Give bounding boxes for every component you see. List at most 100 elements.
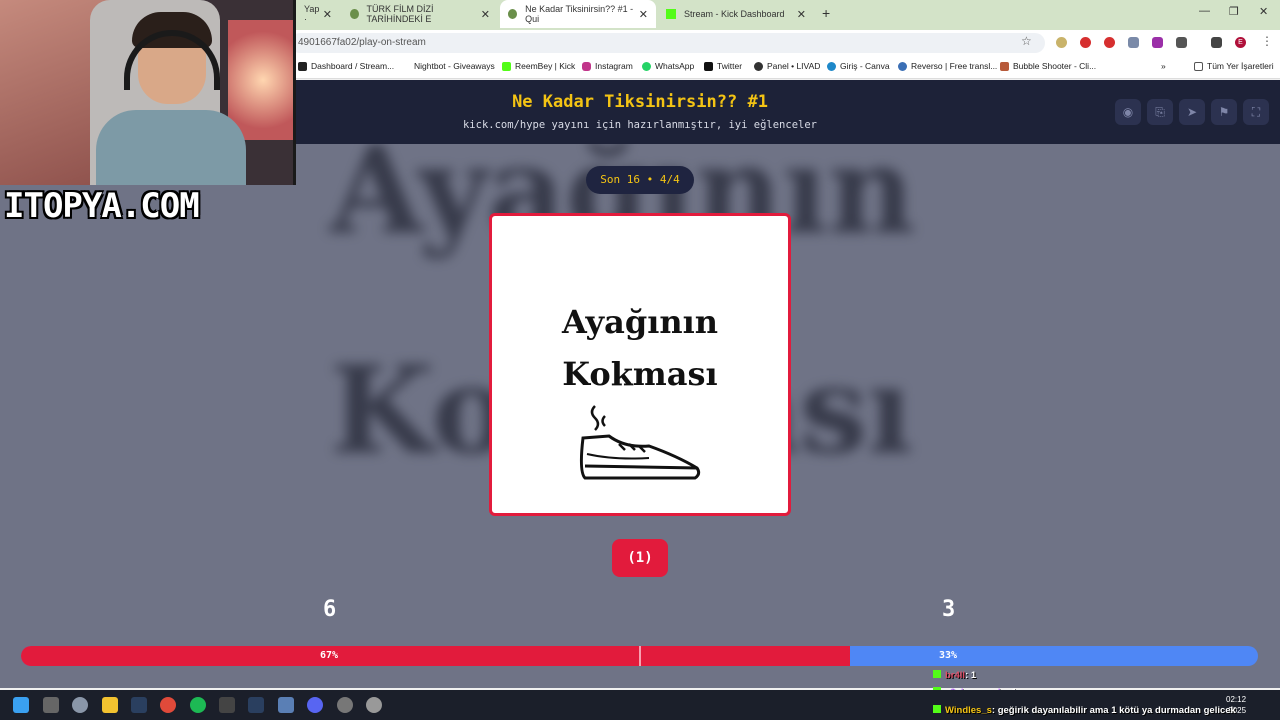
bookmark-item[interactable]: Nightbot - Giveaways xyxy=(414,61,495,71)
left-vote-fill xyxy=(21,646,850,666)
kick-badge-icon xyxy=(933,670,941,678)
extension-icon[interactable] xyxy=(1056,37,1067,48)
vote-button[interactable]: (1) xyxy=(612,539,668,577)
left-vote-count: 6 xyxy=(323,597,337,622)
app-icon[interactable] xyxy=(278,697,294,713)
round-indicator: Son 16 • 4/4 xyxy=(586,166,694,194)
option-line-2: Kokması xyxy=(562,355,718,393)
obs-icon[interactable] xyxy=(366,697,382,713)
option-card[interactable]: Ayağının Kokması xyxy=(489,213,791,516)
maximize-icon[interactable]: ❐ xyxy=(1229,5,1239,18)
fullscreen-icon[interactable]: ⛶ xyxy=(1243,99,1269,125)
chrome-icon[interactable] xyxy=(160,697,176,713)
discord-icon[interactable] xyxy=(307,697,323,713)
bookmark-icon xyxy=(298,61,307,71)
window-close-icon[interactable]: ✕ xyxy=(1259,5,1268,18)
canva-icon xyxy=(827,61,836,71)
url-input[interactable]: 4901667fa02/play-on-stream xyxy=(290,33,1045,53)
bookmark-item[interactable]: ReemBey | Kick xyxy=(502,61,575,71)
kick-icon xyxy=(666,9,676,19)
bookmark-item[interactable]: WhatsApp xyxy=(642,61,694,71)
app-icon[interactable] xyxy=(219,697,235,713)
bookmark-label: Twitter xyxy=(717,61,743,71)
right-percent-label: 33% xyxy=(939,650,958,661)
chat-text: : 1 xyxy=(965,670,977,681)
eye-icon[interactable]: ◉ xyxy=(1115,99,1141,125)
reverso-icon xyxy=(898,61,907,71)
menu-kebab-icon[interactable]: ⋮ xyxy=(1261,34,1273,48)
webcam-lamp xyxy=(228,20,293,140)
new-tab-button[interactable]: + xyxy=(822,5,830,21)
puzzle-icon[interactable] xyxy=(1176,37,1187,48)
all-bookmarks-folder[interactable]: Tüm Yer İşaretleri xyxy=(1194,61,1274,71)
download-icon[interactable] xyxy=(1211,37,1222,48)
sponsor-logo: ITOPYA.COM xyxy=(4,186,200,226)
app-icon[interactable] xyxy=(337,697,353,713)
left-percent-label: 67% xyxy=(320,650,339,661)
vote-progress-bar: 67% 33% xyxy=(21,646,1258,666)
pen-icon[interactable] xyxy=(1128,37,1139,48)
globe-icon xyxy=(508,9,518,19)
settings-gear-icon[interactable] xyxy=(72,697,88,713)
bubble-shooter-icon xyxy=(1000,61,1009,71)
windows-start-icon[interactable] xyxy=(13,697,29,713)
bookmark-label: Dashboard / Stream... xyxy=(311,61,395,71)
share-icon[interactable]: ⎘ xyxy=(1147,99,1173,125)
steam-icon[interactable] xyxy=(131,697,147,713)
bookmark-item[interactable]: Reverso | Free transl... xyxy=(898,61,997,71)
minimize-icon[interactable]: — xyxy=(1199,5,1210,17)
bookmark-label: ReemBey | Kick xyxy=(515,61,576,71)
extension-icon[interactable] xyxy=(1152,37,1163,48)
tab-1[interactable]: Yap · ✕ xyxy=(296,0,340,28)
tab-label: Ne Kadar Tiksinirsin?? #1 - Qui xyxy=(525,4,634,24)
clock-time: 02:12 xyxy=(1226,695,1247,704)
tab-2[interactable]: TÜRK FİLM DİZİ TARİHİNDEKİ E ✕ xyxy=(342,0,498,28)
steam-icon[interactable] xyxy=(248,697,264,713)
x-twitter-icon xyxy=(704,61,713,71)
livad-icon xyxy=(754,61,763,71)
instagram-icon xyxy=(582,61,591,71)
more-bookmarks-icon[interactable]: » xyxy=(1161,61,1166,71)
bookmark-star-icon[interactable]: ☆ xyxy=(1021,34,1032,48)
kick-badge-icon xyxy=(933,705,941,713)
bookmark-item[interactable]: Bubble Shooter - Cli... xyxy=(1000,61,1096,71)
chat-username: Windles_s xyxy=(945,705,992,716)
bookmark-label: Reverso | Free transl... xyxy=(911,61,998,71)
task-view-icon[interactable] xyxy=(43,697,59,713)
tab-3-active[interactable]: Ne Kadar Tiksinirsin?? #1 - Qui ✕ xyxy=(500,0,656,28)
bookmark-label: Panel • LIVAD xyxy=(767,61,821,71)
tab-label: Stream - Kick Dashboard xyxy=(684,9,785,19)
close-icon[interactable]: ✕ xyxy=(639,8,648,21)
extension-icon[interactable] xyxy=(1104,37,1115,48)
bookmark-label: Instagram xyxy=(595,61,633,71)
tab-label: Yap · xyxy=(304,4,320,24)
bookmark-item[interactable]: Dashboard / Stream... xyxy=(298,61,394,71)
webcam-overlay xyxy=(0,0,296,185)
extension-icon[interactable] xyxy=(1080,37,1091,48)
bookmark-item[interactable]: Giriş - Canva xyxy=(827,61,890,71)
chat-message: br4ll: 1 xyxy=(933,670,976,681)
option-text: Ayağının Kokması xyxy=(492,296,788,400)
flag-icon[interactable]: ⚑ xyxy=(1211,99,1237,125)
kick-icon xyxy=(502,61,511,71)
bookmark-label: Giriş - Canva xyxy=(840,61,890,71)
bookmark-label: Nightbot - Giveaways xyxy=(414,61,495,71)
close-icon[interactable]: ✕ xyxy=(323,8,332,21)
send-icon[interactable]: ➤ xyxy=(1179,99,1205,125)
profile-avatar[interactable]: E xyxy=(1235,37,1246,48)
center-marker xyxy=(639,646,641,666)
folder-icon xyxy=(1194,61,1203,71)
tab-4[interactable]: Stream - Kick Dashboard ✕ xyxy=(658,0,814,28)
close-icon[interactable]: ✕ xyxy=(797,8,806,21)
close-icon[interactable]: ✕ xyxy=(481,8,490,21)
file-explorer-icon[interactable] xyxy=(102,697,118,713)
bookmark-item[interactable]: Instagram xyxy=(582,61,633,71)
chat-message: Windles_s: geğirik dayanılabilir ama 1 k… xyxy=(933,705,1236,716)
bookmark-item[interactable]: Twitter xyxy=(704,61,742,71)
chat-username: br4ll xyxy=(945,670,966,681)
bookmark-item[interactable]: Panel • LIVAD xyxy=(754,61,820,71)
globe-icon xyxy=(350,9,359,19)
option-line-1: Ayağının xyxy=(561,303,719,341)
tab-label: TÜRK FİLM DİZİ TARİHİNDEKİ E xyxy=(366,4,434,24)
spotify-icon[interactable] xyxy=(190,697,206,713)
